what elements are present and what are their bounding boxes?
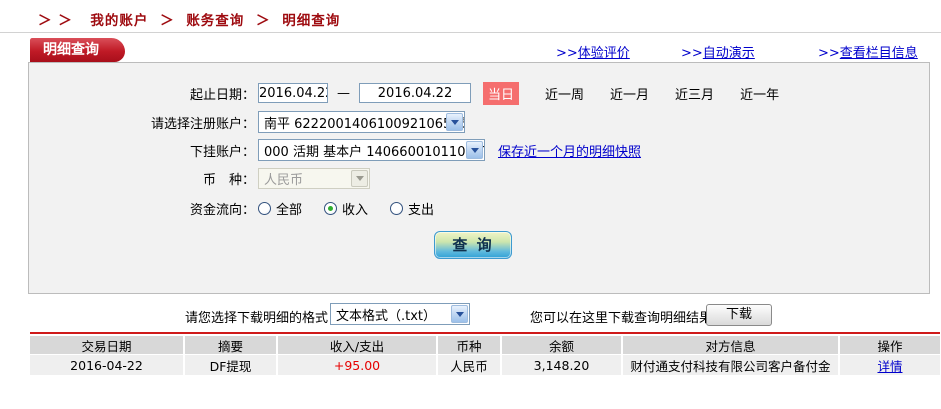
currency-select-disabled: 人民币 <box>258 167 370 189</box>
section-tab-detail-query: 明细查询 <box>30 38 125 62</box>
cell-counterparty: 财付通支付科技有限公司客户备付金 <box>623 355 840 375</box>
query-form-panel: 起止日期： — 当日 近一周 近一月 近三月 近一年 请选择注册账户： 南平 6… <box>28 62 930 294</box>
chevron-down-icon[interactable] <box>451 305 468 323</box>
sub-account-select[interactable]: 000 活期 基本户 1406600101102571848 <box>258 139 485 161</box>
cell-summary: DF提现 <box>185 355 278 375</box>
header-income-expense: 收入/支出 <box>278 336 438 354</box>
save-snapshot-link[interactable]: 保存近一个月的明细快照 <box>498 141 641 160</box>
chevron-down-icon[interactable] <box>446 113 463 131</box>
currency-label: 币 种： <box>202 172 255 188</box>
cell-trade-date: 2016-04-22 <box>30 355 185 375</box>
flow-option-expense[interactable]: 支出 <box>390 199 434 218</box>
date-range-dash: — <box>337 85 350 101</box>
breadcrumb-item-account-query[interactable]: 账务查询 <box>186 13 244 29</box>
chevron-down-icon[interactable] <box>466 141 483 159</box>
link-view-column-info[interactable]: >>查看栏目信息 <box>818 42 918 61</box>
date-range-row: 起止日期： — 当日 近一周 近一月 近三月 近一年 <box>29 81 929 105</box>
sub-account-label: 下挂账户： <box>189 144 255 160</box>
breadcrumb-item-detail-query[interactable]: 明细查询 <box>282 13 340 29</box>
download-button[interactable]: 下载 <box>706 304 772 326</box>
table-top-rule <box>30 332 940 334</box>
download-format-label: 请您选择下载明细的格式 <box>185 311 329 326</box>
shortcut-last-year[interactable]: 近一年 <box>740 84 779 103</box>
flow-option-all[interactable]: 全部 <box>258 199 302 218</box>
breadcrumb-separator: ＞ <box>256 13 271 29</box>
table-row: 2016-04-22 DF提现 +95.00 人民币 3,148.20 财付通支… <box>30 355 940 375</box>
header-counterparty: 对方信息 <box>623 336 840 354</box>
header-balance: 余额 <box>502 336 623 354</box>
header-trade-date: 交易日期 <box>30 336 185 354</box>
detail-link[interactable]: 详情 <box>877 356 902 375</box>
table-header-row: 交易日期 摘要 收入/支出 币种 余额 对方信息 操作 <box>30 336 940 354</box>
header-summary: 摘要 <box>185 336 278 354</box>
detail-query-page: ＞ ＞ 我的账户 ＞ 账务查询 ＞ 明细查询 明细查询 >>体验评价 >>自动演… <box>0 0 941 409</box>
currency-row: 币 种： 人民币 <box>29 167 929 189</box>
link-auto-demo[interactable]: >>自动演示 <box>681 42 755 61</box>
sub-account-row: 下挂账户： 000 活期 基本户 1406600101102571848 保存近… <box>29 139 929 161</box>
shortcut-last-3-months[interactable]: 近三月 <box>675 84 714 103</box>
radio-icon[interactable] <box>258 201 271 215</box>
query-button[interactable]: 查 询 <box>434 231 512 259</box>
header-action: 操作 <box>877 338 903 354</box>
fund-flow-label: 资金流向： <box>189 202 255 218</box>
flow-option-income[interactable]: 收入 <box>324 199 368 218</box>
breadcrumb-prefix: ＞ ＞ <box>38 13 73 29</box>
breadcrumb: ＞ ＞ 我的账户 ＞ 账务查询 ＞ 明细查询 <box>38 9 340 29</box>
cell-currency: 人民币 <box>438 355 502 375</box>
header-currency: 币种 <box>438 336 502 354</box>
shortcut-today[interactable]: 当日 <box>483 81 520 105</box>
cell-balance: 3,148.20 <box>502 355 623 375</box>
download-hint-text: 您可以在这里下载查询明细结果 <box>530 311 713 326</box>
breadcrumb-item-my-account[interactable]: 我的账户 <box>90 13 148 29</box>
breadcrumb-separator: ＞ <box>160 13 175 29</box>
register-account-select[interactable]: 南平 6222001406100921065 灵通卡 <box>258 111 465 133</box>
end-date-input[interactable] <box>359 83 471 103</box>
download-format-select[interactable]: 文本格式（.txt） <box>330 303 470 325</box>
register-account-label: 请选择注册账户： <box>150 116 255 132</box>
cell-amount: +95.00 <box>278 355 438 375</box>
shortcut-last-week[interactable]: 近一周 <box>545 84 584 103</box>
link-experience-rating[interactable]: >>体验评价 <box>556 42 630 61</box>
radio-icon[interactable] <box>390 201 404 215</box>
date-range-label: 起止日期： <box>189 87 255 103</box>
chevron-down-icon <box>351 169 368 187</box>
start-date-input[interactable] <box>258 83 328 103</box>
radio-icon[interactable] <box>324 201 338 215</box>
shortcut-last-month[interactable]: 近一月 <box>610 84 649 103</box>
fund-flow-row: 资金流向： 全部 收入 支出 <box>29 197 929 219</box>
register-account-row: 请选择注册账户： 南平 6222001406100921065 灵通卡 <box>29 111 929 133</box>
divider-line <box>0 32 941 33</box>
